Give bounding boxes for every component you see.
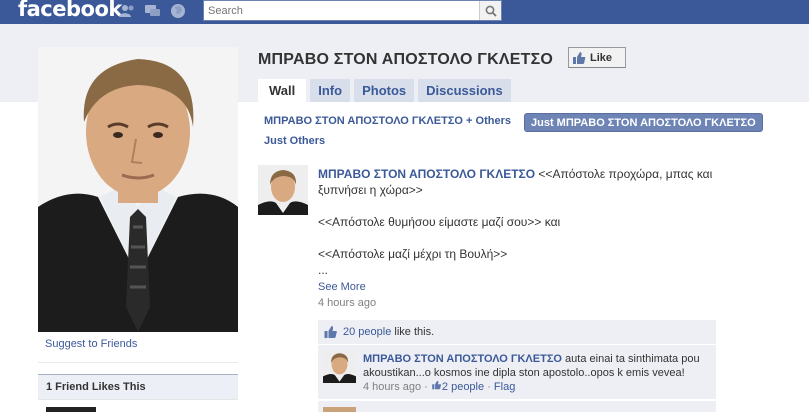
friend-requests-icon[interactable] (119, 3, 136, 19)
friends-like-box: 1 Friend Likes This (38, 374, 238, 412)
comment-author-avatar[interactable] (323, 350, 356, 383)
page-tabs: Wall Info Photos Discussions (258, 79, 515, 102)
search-icon (485, 5, 497, 17)
post-body: ΜΠΡΑΒΟ ΣΤΟΝ ΑΠΟΣΤΟΛΟ ΓΚΛΕΤΣΟ <<Απόστολε … (318, 166, 748, 278)
comment-likes-link[interactable]: 2 people (442, 381, 484, 393)
post-likes-count-link[interactable]: 20 people (343, 326, 391, 338)
thumbs-up-icon (432, 380, 441, 390)
post-text-line2: <<Απόστολε θυμήσου είμαστε μαζί σου>> κα… (318, 215, 561, 229)
comment-item-partial (318, 401, 716, 412)
search-bar (203, 0, 502, 21)
suggest-to-friends-link[interactable]: Suggest to Friends (45, 338, 137, 350)
comment-timestamp[interactable]: 4 hours ago (363, 381, 421, 393)
comment-flag-link[interactable]: Flag (494, 381, 515, 393)
comment-item: ΜΠΡΑΒΟ ΣΤΟΝ ΑΠΟΣΤΟΛΟ ΓΚΛΕΤΣΟ auta einai … (318, 345, 716, 399)
filter-page-and-others[interactable]: ΜΠΡΑΒΟ ΣΤΟΝ ΑΠΟΣΤΟΛΟ ΓΚΛΕΤΣΟ + Others (264, 115, 511, 127)
notifications-globe-icon[interactable] (169, 3, 186, 19)
messages-icon[interactable] (144, 3, 161, 19)
search-button[interactable] (479, 1, 501, 20)
post-author-link[interactable]: ΜΠΡΑΒΟ ΣΤΟΝ ΑΠΟΣΤΟΛΟ ΓΚΛΕΤΣΟ (318, 167, 535, 181)
comment-author-link[interactable]: ΜΠΡΑΒΟ ΣΤΟΝ ΑΠΟΣΤΟΛΟ ΓΚΛΕΤΣΟ (363, 353, 562, 365)
post-ellipsis: ... (318, 263, 329, 277)
page-title: ΜΠΡΑΒΟ ΣΤΟΝ ΑΠΟΣΤΟΛΟ ΓΚΛΕΤΣΟ (258, 51, 554, 68)
facebook-logo[interactable]: facebook (18, 0, 122, 21)
tab-photos[interactable]: Photos (354, 79, 415, 102)
profile-picture[interactable] (38, 47, 238, 332)
filter-just-others[interactable]: Just Others (264, 135, 325, 147)
search-input[interactable] (204, 1, 479, 20)
tab-wall[interactable]: Wall (258, 79, 307, 102)
tab-info[interactable]: Info (310, 79, 351, 102)
friend-thumbnail[interactable] (46, 407, 96, 412)
comment-body: ΜΠΡΑΒΟ ΣΤΟΝ ΑΠΟΣΤΟΛΟ ΓΚΛΕΤΣΟ auta einai … (363, 352, 708, 394)
comment-separator: · (424, 381, 428, 393)
comment-author-avatar-partial[interactable] (323, 407, 356, 412)
sidebar-divider (38, 362, 238, 363)
post-likes-row: 20 people like this. (318, 320, 716, 344)
thumbs-up-icon (573, 51, 586, 64)
top-bar: facebook (0, 0, 809, 24)
tab-discussions[interactable]: Discussions (418, 79, 511, 102)
filter-just-page[interactable]: Just ΜΠΡΑΒΟ ΣΤΟΝ ΑΠΟΣΤΟΛΟ ΓΚΛΕΤΣΟ (524, 113, 763, 132)
post-author-avatar[interactable] (258, 165, 308, 215)
post-likes-suffix: like this. (394, 326, 435, 338)
like-page-button[interactable]: Like (568, 47, 626, 68)
comment-meta: 4 hours ago · 2 people · Flag (363, 380, 708, 394)
like-button-label: Like (590, 51, 613, 64)
post-timestamp[interactable]: 4 hours ago (318, 297, 376, 309)
comment-separator-2: · (487, 381, 491, 393)
post-text-line3: <<Απόστολε μαζί μέχρι τη Βουλή>> (318, 247, 508, 261)
friends-like-heading: 1 Friend Likes This (38, 375, 238, 400)
thumbs-up-icon (324, 326, 337, 338)
see-more-link[interactable]: See More (318, 281, 366, 293)
